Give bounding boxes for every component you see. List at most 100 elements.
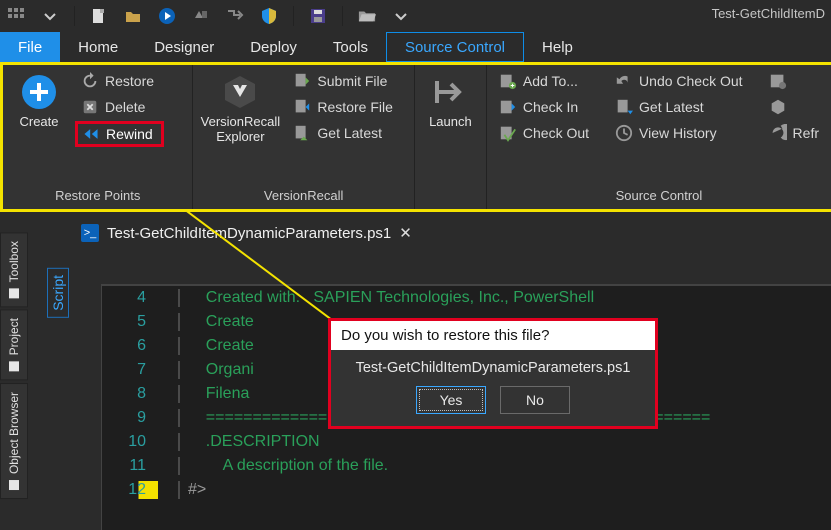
project-icon xyxy=(9,362,19,372)
restore-label: Restore xyxy=(105,73,154,89)
document-tab-bar: >_ Test-GetChildItemDynamicParameters.ps… xyxy=(33,218,831,248)
menu-source-control[interactable]: Source Control xyxy=(386,32,524,62)
line-number: 9 xyxy=(102,409,180,427)
menu-file[interactable]: File xyxy=(0,32,60,62)
package-icon-button[interactable] xyxy=(763,95,825,119)
ribbon-group-versionrecall: VersionRecall Explorer Submit File Resto… xyxy=(193,65,415,209)
object-browser-tab[interactable]: Object Browser xyxy=(0,383,28,499)
rewind-button[interactable]: Rewind xyxy=(75,121,164,147)
check-in-label: Check In xyxy=(523,99,578,115)
separator xyxy=(342,6,343,26)
dialog-filename: Test-GetChildItemDynamicParameters.ps1 xyxy=(343,360,643,376)
main-menu: File Home Designer Deploy Tools Source C… xyxy=(0,32,831,62)
create-label: Create xyxy=(19,115,58,130)
menu-home[interactable]: Home xyxy=(60,32,136,62)
object-icon xyxy=(9,480,19,490)
menu-designer[interactable]: Designer xyxy=(136,32,232,62)
quick-access-toolbar xyxy=(0,0,831,32)
shield-icon[interactable] xyxy=(257,4,281,28)
no-button[interactable]: No xyxy=(500,386,570,414)
submit-file-button[interactable]: Submit File xyxy=(287,69,398,93)
check-out-button[interactable]: Check Out xyxy=(493,121,595,145)
restore-button[interactable]: Restore xyxy=(75,69,164,93)
ribbon: Create Restore Delete Rewind Restore Poi… xyxy=(0,62,831,212)
document-tab[interactable]: >_ Test-GetChildItemDynamicParameters.ps… xyxy=(73,220,420,246)
line-number: 7 xyxy=(102,361,180,379)
line-number: 8 xyxy=(102,385,180,403)
view-history-button[interactable]: View History xyxy=(609,121,749,145)
line-number: 11 xyxy=(102,457,180,475)
add-to-button[interactable]: Add To... xyxy=(493,69,595,93)
script-tab[interactable]: Script xyxy=(47,268,69,318)
check-in-button[interactable]: Check In xyxy=(493,95,595,119)
app-menu-icon[interactable] xyxy=(4,4,28,28)
debug-step-icon[interactable] xyxy=(223,4,247,28)
toolbox-tab[interactable]: Toolbox xyxy=(0,232,28,307)
restore-file-label: Restore File xyxy=(317,99,392,115)
project-tab[interactable]: Project xyxy=(0,309,28,380)
launch-label: Launch xyxy=(429,115,472,130)
get-latest-sc-label: Get Latest xyxy=(639,99,704,115)
rewind-label: Rewind xyxy=(106,126,153,142)
yes-button[interactable]: Yes xyxy=(416,386,486,414)
code-line: Filena xyxy=(180,385,249,403)
refresh-button[interactable]: Refr xyxy=(763,121,825,145)
side-panel-tabs: Toolbox Project Object Browser xyxy=(0,232,28,499)
ribbon-group-label: Restore Points xyxy=(3,184,192,209)
code-line: Create xyxy=(180,313,254,331)
code-line: Create xyxy=(180,337,254,355)
ribbon-group-launch: Launch xyxy=(415,65,487,209)
toolbox-icon xyxy=(9,288,19,298)
ribbon-group-label xyxy=(415,184,486,209)
get-latest-sc-button[interactable]: Get Latest xyxy=(609,95,749,119)
caret-down-icon[interactable] xyxy=(389,4,413,28)
object-browser-label: Object Browser xyxy=(7,392,21,474)
open-file-icon[interactable] xyxy=(121,4,145,28)
caret-down-icon[interactable] xyxy=(38,4,62,28)
menu-deploy[interactable]: Deploy xyxy=(232,32,315,62)
add-to-label: Add To... xyxy=(523,73,578,89)
open-folder-icon[interactable] xyxy=(355,4,379,28)
line-number: 5 xyxy=(102,313,180,331)
toolbox-label: Toolbox xyxy=(7,241,21,282)
restore-confirm-dialog: Do you wish to restore this file? Test-G… xyxy=(328,318,658,429)
ribbon-group-label: Source Control xyxy=(487,184,831,209)
line-number: 10 xyxy=(102,433,180,451)
status-icon-button[interactable] xyxy=(763,69,825,93)
new-file-icon[interactable] xyxy=(87,4,111,28)
check-out-label: Check Out xyxy=(523,125,589,141)
restore-file-button[interactable]: Restore File xyxy=(287,95,398,119)
menu-tools[interactable]: Tools xyxy=(315,32,386,62)
code-line: #> xyxy=(180,481,206,499)
undo-check-out-label: Undo Check Out xyxy=(639,73,743,89)
versionrecall-explorer-button[interactable]: VersionRecall Explorer xyxy=(199,69,281,145)
run-icon[interactable] xyxy=(155,4,179,28)
save-icon[interactable] xyxy=(306,4,330,28)
ribbon-group-restore-points: Create Restore Delete Rewind Restore Poi… xyxy=(3,65,193,209)
window-title: Test-GetChildItemD xyxy=(712,6,825,21)
powershell-icon: >_ xyxy=(81,224,99,242)
ribbon-group-source-control: Add To... Check In Check Out Undo Check … xyxy=(487,65,831,209)
create-button[interactable]: Create xyxy=(9,69,69,130)
project-label: Project xyxy=(7,318,21,355)
refresh-label: Refr xyxy=(793,125,819,141)
versionrecall-explorer-label: VersionRecall Explorer xyxy=(201,115,281,145)
view-history-label: View History xyxy=(639,125,717,141)
launch-button[interactable]: Launch xyxy=(421,69,480,130)
line-number: 6 xyxy=(102,337,180,355)
separator xyxy=(293,6,294,26)
delete-button[interactable]: Delete xyxy=(75,95,164,119)
get-latest-vr-button[interactable]: Get Latest xyxy=(287,121,398,145)
submit-file-label: Submit File xyxy=(317,73,387,89)
ribbon-group-label: VersionRecall xyxy=(193,184,414,209)
stop-icon[interactable] xyxy=(189,4,213,28)
document-filename: Test-GetChildItemDynamicParameters.ps1 xyxy=(107,225,391,242)
get-latest-vr-label: Get Latest xyxy=(317,125,382,141)
code-line: .DESCRIPTION xyxy=(180,433,320,451)
menu-help[interactable]: Help xyxy=(524,32,591,62)
dialog-title: Do you wish to restore this file? xyxy=(331,321,655,350)
undo-check-out-button[interactable]: Undo Check Out xyxy=(609,69,749,93)
line-number: 4 xyxy=(102,289,180,307)
close-tab-button[interactable]: ✕ xyxy=(399,224,412,242)
code-line: A description of the file. xyxy=(180,457,388,475)
